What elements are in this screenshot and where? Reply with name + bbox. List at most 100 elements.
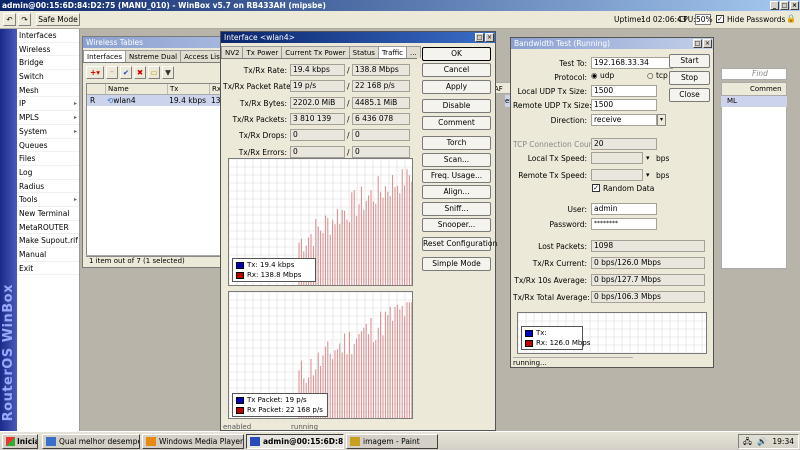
window-title-bar: admin@00:15:6D:84:D2:75 (MANU_010) - Win…: [0, 0, 800, 11]
comment-icon[interactable]: ▭: [148, 66, 160, 79]
network-icon[interactable]: 🖧: [743, 435, 752, 448]
wireless-toolbar: +▾ – ✔ ✖ ▭ ▼: [86, 66, 174, 79]
volume-icon[interactable]: 🔊: [757, 435, 767, 448]
current-value: 0 bps/126.0 Mbps: [591, 257, 705, 269]
iface-btn-disable[interactable]: Disable: [422, 99, 491, 113]
interface-tab-5[interactable]: ...: [405, 46, 421, 58]
password-input[interactable]: ********: [591, 218, 657, 230]
direction-select[interactable]: receive: [591, 114, 657, 126]
iface-btn-align[interactable]: Align...: [422, 185, 491, 199]
stat-tx-value: 0: [290, 145, 345, 158]
interface-tab-3[interactable]: Status: [348, 46, 379, 58]
bw-stop-button[interactable]: Stop: [669, 71, 710, 85]
menu-item-log[interactable]: Log: [17, 166, 79, 180]
user-input[interactable]: admin: [591, 203, 657, 215]
taskbar-task-1[interactable]: Windows Media Player: [142, 434, 244, 449]
menu-item-queues[interactable]: Queues: [17, 139, 79, 153]
wireless-tab-0[interactable]: Interfaces: [83, 50, 126, 62]
protocol-radio-tcp[interactable]: ○ tcp: [647, 71, 668, 80]
bw-max-button[interactable]: □: [693, 39, 702, 48]
minimize-button[interactable]: _: [770, 1, 779, 10]
bw-start-button[interactable]: Start: [669, 54, 710, 68]
menu-item-ip[interactable]: IP ▸: [17, 97, 79, 112]
bw-close-button[interactable]: ×: [703, 39, 712, 48]
iface-btn-freq-usage[interactable]: Freq. Usage...: [422, 169, 491, 183]
menu-item-manual[interactable]: Manual: [17, 248, 79, 262]
menu-item-switch[interactable]: Switch: [17, 70, 79, 84]
menu-item-wireless[interactable]: Wireless: [17, 43, 79, 57]
bw-window-title: Bandwidth Test (Running) □ ×: [511, 38, 713, 49]
safe-mode-button[interactable]: Safe Mode: [36, 13, 80, 26]
find-input[interactable]: Find: [721, 68, 787, 80]
redo-icon[interactable]: ↷: [18, 13, 31, 26]
menu-item-exit[interactable]: Exit: [17, 262, 79, 276]
iface-max-button[interactable]: □: [475, 33, 484, 42]
system-tray: 🖧 🔊 19:34: [738, 434, 799, 449]
taskbar-task-3[interactable]: imagem - Paint: [346, 434, 438, 449]
menu-item-new-terminal[interactable]: New Terminal: [17, 207, 79, 221]
menu-item-radius[interactable]: Radius: [17, 180, 79, 194]
disable-icon[interactable]: ✖: [134, 66, 146, 79]
menu-item-label: Manual: [19, 250, 47, 259]
clock[interactable]: 19:34: [772, 435, 794, 448]
stat-label: Tx/Rx Errors:: [238, 147, 287, 157]
menu-item-label: Mesh: [19, 85, 39, 95]
bw-close-button[interactable]: Close: [669, 88, 710, 102]
menu-item-label: Tools: [19, 195, 38, 205]
iface-btn-apply[interactable]: Apply: [422, 80, 491, 94]
col-comment[interactable]: Commen: [721, 82, 787, 96]
iface-btn-scan[interactable]: Scan...: [422, 153, 491, 167]
menu-item-system[interactable]: System ▸: [17, 125, 79, 139]
test-to-input[interactable]: 192.168.33.34: [591, 57, 673, 69]
undo-icon[interactable]: ↶: [3, 13, 16, 26]
enable-icon[interactable]: ✔: [120, 66, 132, 79]
interface-tab-2[interactable]: Current Tx Power: [281, 46, 350, 58]
stat-label: Tx/Rx Bytes:: [239, 98, 287, 108]
interface-tab-0[interactable]: NV2: [221, 46, 244, 58]
taskbar-task-2[interactable]: admin@00:15:6D:84:D...: [246, 434, 344, 449]
protocol-radio-udp[interactable]: ◉ udp: [591, 71, 614, 80]
iface-btn-torch[interactable]: Torch: [422, 136, 491, 150]
remote-speed-arrow[interactable]: ▾: [646, 171, 650, 179]
menu-item-mpls[interactable]: MPLS ▸: [17, 111, 79, 125]
remote-udp-input[interactable]: 1500: [591, 99, 657, 111]
stat-rx-value: 0: [352, 145, 410, 158]
local-udp-input[interactable]: 1500: [591, 85, 657, 97]
menu-item-tools[interactable]: Tools ▸: [17, 193, 79, 207]
iface-btn-simple-mode[interactable]: Simple Mode: [422, 257, 491, 271]
hide-passwords-checkbox[interactable]: ✓: [716, 15, 724, 23]
iface-close-button[interactable]: ×: [485, 33, 494, 42]
col-tx[interactable]: Tx: [167, 84, 209, 94]
menu-item-files[interactable]: Files: [17, 152, 79, 166]
local-speed-input[interactable]: [591, 152, 643, 164]
wireless-tab-1[interactable]: Nstreme Dual: [125, 50, 182, 62]
iface-btn-ok[interactable]: OK: [422, 47, 491, 61]
iface-btn-snooper[interactable]: Snooper...: [422, 218, 491, 232]
menu-item-bridge[interactable]: Bridge: [17, 56, 79, 71]
iface-btn-comment[interactable]: Comment: [422, 116, 491, 130]
maximize-button[interactable]: □: [780, 1, 789, 10]
remove-icon[interactable]: –: [106, 66, 118, 79]
add-icon[interactable]: +▾: [86, 66, 104, 79]
filter-icon[interactable]: ▼: [162, 66, 174, 79]
direction-dropdown-icon[interactable]: ▾: [657, 114, 666, 126]
tcp-conn-input[interactable]: 20: [591, 138, 657, 150]
menu-item-make-supout-rif[interactable]: Make Supout.rif: [17, 234, 79, 248]
interface-tab-4[interactable]: Traffic: [377, 46, 407, 58]
random-data-checkbox[interactable]: ✓: [592, 184, 600, 192]
local-speed-arrow[interactable]: ▾: [646, 154, 650, 162]
start-button[interactable]: Iniciar: [2, 434, 38, 449]
remote-speed-input[interactable]: [591, 169, 643, 181]
iface-btn-reset-configuration[interactable]: Reset Configuration: [422, 237, 497, 251]
taskbar-task-0[interactable]: Qual melhor desempenh...: [42, 434, 140, 449]
iface-status-running: running: [291, 423, 319, 431]
col-name[interactable]: Name: [105, 84, 167, 94]
interface-tab-1[interactable]: Tx Power: [242, 46, 283, 58]
remote-speed-unit: bps: [656, 171, 670, 180]
iface-btn-cancel[interactable]: Cancel: [422, 63, 491, 77]
menu-item-metarouter[interactable]: MetaROUTER: [17, 221, 79, 235]
menu-item-mesh[interactable]: Mesh: [17, 84, 79, 98]
iface-btn-sniff[interactable]: Sniff...: [422, 202, 491, 216]
close-button[interactable]: ×: [790, 1, 799, 10]
menu-item-interfaces[interactable]: Interfaces: [17, 29, 79, 43]
